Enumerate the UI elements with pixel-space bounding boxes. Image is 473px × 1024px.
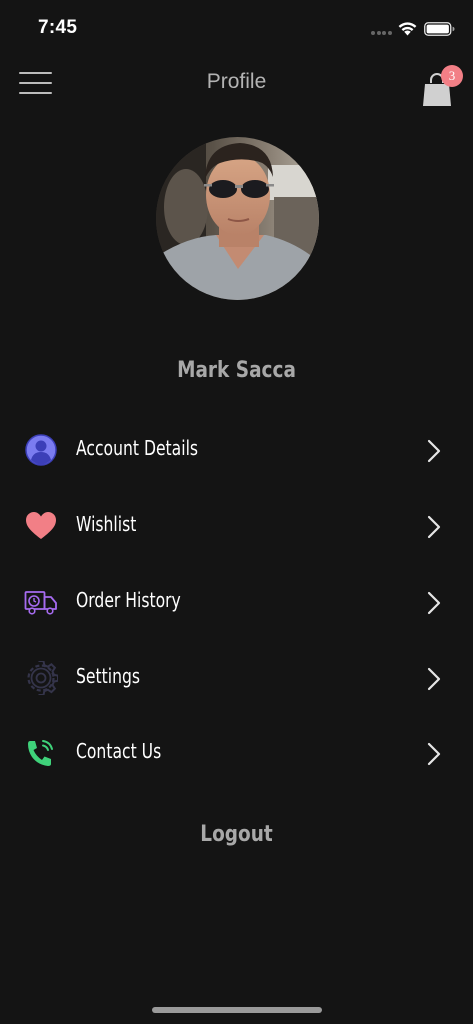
menu-item-contact-us[interactable]: Contact Us — [0, 723, 473, 783]
profile-photo — [156, 137, 319, 300]
gear-icon — [27, 661, 58, 695]
chevron-right-icon — [427, 515, 441, 539]
menu-item-wishlist[interactable]: Wishlist — [0, 496, 473, 556]
profile-screen: 7:45 Profile 3 Mark Sacca Account Detail… — [0, 0, 473, 1024]
status-time: 7:45 — [38, 17, 78, 38]
shopping-bag-button[interactable]: 3 — [420, 64, 468, 108]
phone-icon — [28, 740, 53, 766]
menu-item-label: Wishlist — [76, 512, 137, 536]
cart-count-badge: 3 — [441, 65, 463, 87]
delivery-truck-icon — [24, 591, 57, 615]
chevron-right-icon — [427, 667, 441, 691]
cellular-signal-icon — [371, 31, 393, 49]
logout-button[interactable]: Logout — [38, 822, 435, 847]
menu-item-label: Order History — [76, 588, 181, 612]
home-indicator[interactable] — [152, 1007, 322, 1013]
avatar[interactable] — [156, 137, 319, 300]
chevron-right-icon — [427, 742, 441, 766]
status-bar: 7:45 — [0, 0, 473, 56]
menu-item-label: Contact Us — [76, 739, 162, 763]
menu-item-label: Settings — [76, 664, 140, 688]
menu-item-settings[interactable]: Settings — [0, 648, 473, 708]
navigation-bar: Profile 3 — [0, 56, 473, 112]
menu-item-account-details[interactable]: Account Details — [0, 420, 473, 480]
chevron-right-icon — [427, 439, 441, 463]
page-title: Profile — [206, 70, 267, 93]
menu-item-order-history[interactable]: Order History — [0, 572, 473, 632]
heart-icon — [26, 512, 56, 539]
user-name: Mark Sacca — [177, 358, 296, 383]
chevron-right-icon — [427, 591, 441, 615]
menu-item-label: Account Details — [76, 436, 199, 460]
wifi-icon — [398, 22, 417, 36]
user-circle-icon — [25, 434, 57, 466]
battery-icon — [424, 22, 455, 36]
